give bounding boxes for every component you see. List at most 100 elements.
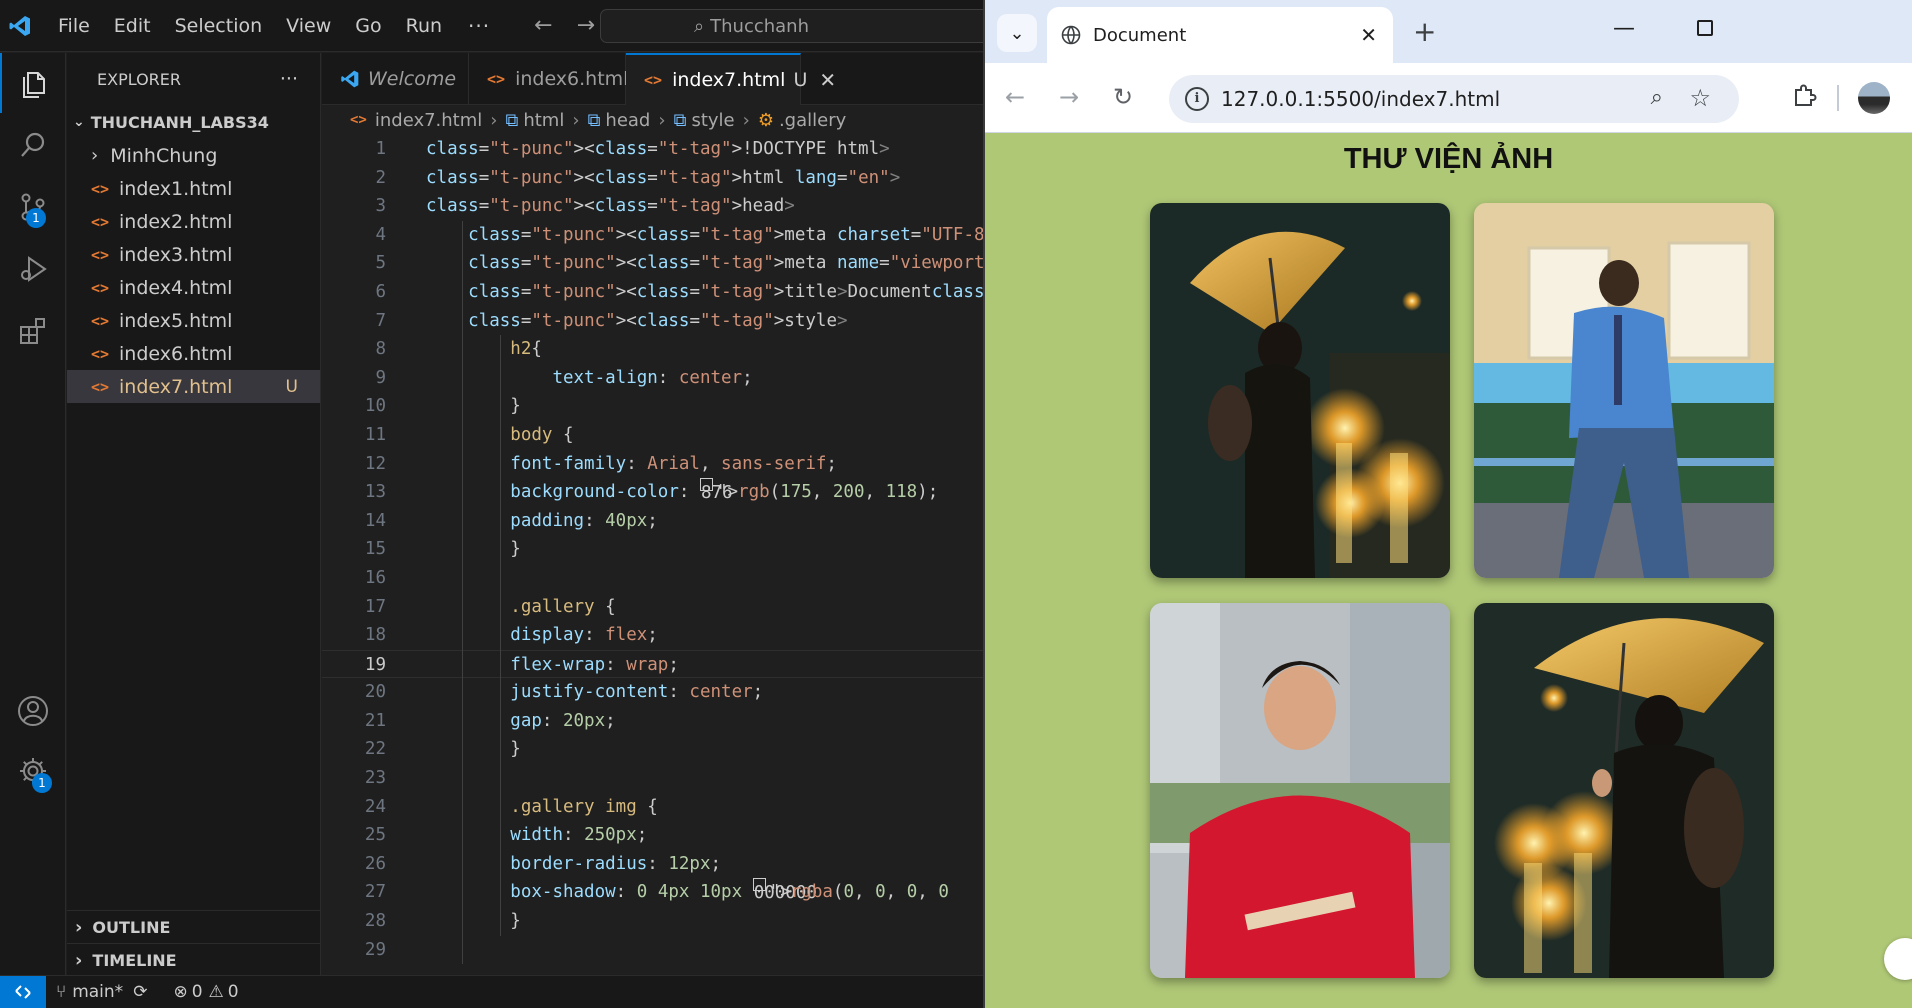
code-line[interactable]: 3 class="t-punc"><class="t-tag">head>	[322, 192, 983, 221]
breadcrumb-item[interactable]: .gallery	[779, 110, 846, 131]
back-arrow-icon[interactable]: ←	[522, 13, 564, 38]
branch-name[interactable]: main*	[72, 982, 123, 1002]
code-line[interactable]: 10 }	[322, 392, 983, 421]
brackets-icon: ⧉	[505, 109, 519, 131]
bookmark-star-icon[interactable]: ☆	[1689, 84, 1711, 112]
forward-arrow-icon[interactable]: →	[1059, 83, 1079, 111]
account-icon[interactable]	[0, 681, 66, 741]
menu-selection[interactable]: Selection	[163, 0, 275, 52]
site-info-icon[interactable]: i	[1185, 87, 1209, 111]
breadcrumb-item[interactable]: index7.html	[375, 110, 482, 131]
code-line[interactable]: 25 width: 250px;	[322, 821, 983, 850]
timeline-section[interactable]: › TIMELINE	[67, 943, 321, 976]
code-line[interactable]: 6 class="t-punc"><class="t-tag">title>Do…	[322, 278, 983, 307]
new-tab-icon[interactable]: +	[1413, 15, 1436, 48]
line-number: 18	[364, 625, 386, 646]
sync-icon[interactable]: ⟳	[133, 982, 147, 1002]
line-number: 16	[364, 567, 386, 588]
code-line[interactable]: 12 font-family: Arial, sans-serif;	[322, 450, 983, 479]
code-line[interactable]: 29	[322, 936, 983, 965]
close-icon[interactable]: ✕	[1360, 23, 1377, 47]
code-line[interactable]: 5 class="t-punc"><class="t-tag">meta nam…	[322, 249, 983, 278]
tree-item-label: index6.html	[119, 342, 233, 365]
run-debug-icon[interactable]	[0, 239, 66, 299]
browser-tab[interactable]: Document ✕	[1047, 7, 1393, 63]
tab-search-button[interactable]: ⌄	[997, 14, 1037, 52]
code-line[interactable]: 2 class="t-punc"><class="t-tag">html lang…	[322, 164, 983, 193]
code-line[interactable]: 15 }	[322, 535, 983, 564]
tree-file-index5[interactable]: <> index5.html	[67, 304, 320, 337]
close-icon[interactable]: ✕	[819, 68, 836, 92]
search-icon[interactable]	[0, 115, 66, 175]
folder-root[interactable]: ⌄ THUCHANH_LABS34	[67, 105, 320, 139]
error-icon[interactable]: ⊗	[173, 982, 187, 1002]
code-line[interactable]: 7 class="t-punc"><class="t-tag">style>	[322, 307, 983, 336]
code-line[interactable]: 8 h2{	[322, 335, 983, 364]
reload-icon[interactable]: ↻	[1113, 83, 1133, 111]
tree-file-index2[interactable]: <> index2.html	[67, 205, 320, 238]
code-line[interactable]: 21 gap: 20px;	[322, 707, 983, 736]
avatar[interactable]	[1858, 82, 1890, 114]
html-icon: <>	[487, 70, 506, 88]
code-line[interactable]: 14 padding: 40px;	[322, 507, 983, 536]
breadcrumb-item[interactable]: style	[691, 110, 734, 131]
code-line[interactable]: 23	[322, 764, 983, 793]
breadcrumb-item[interactable]: head	[605, 110, 650, 131]
explorer-more-button[interactable]: ···	[280, 68, 298, 90]
code-line[interactable]: 11 body {	[322, 421, 983, 450]
address-bar[interactable]: i 127.0.0.1:5500/index7.html ⌕ ☆	[1169, 75, 1739, 123]
code-line[interactable]: 26 border-radius: 12px;	[322, 850, 983, 879]
code-editor[interactable]: 1 class="t-punc"><class="t-tag">!DOCTYPE …	[322, 135, 983, 975]
tab-index6[interactable]: <> index6.html	[469, 53, 628, 105]
breadcrumb-item[interactable]: html	[523, 110, 564, 131]
code-text: }	[510, 739, 521, 760]
tab-index7[interactable]: <> index7.html U ✕	[626, 53, 836, 105]
code-line[interactable]: 4 class="t-punc"><class="t-tag">meta cha…	[322, 221, 983, 250]
error-count: 0	[191, 982, 203, 1002]
code-text: class="t-punc"><class="t-tag">meta name=…	[468, 253, 983, 274]
code-line[interactable]: 16	[322, 564, 983, 593]
remote-indicator-icon[interactable]	[0, 975, 46, 1008]
tree-file-index6[interactable]: <> index6.html	[67, 337, 320, 370]
code-line[interactable]: 27 box-shadow: 0 4px 10px 000000">rgba(0…	[322, 878, 983, 907]
tree-folder-minhchung[interactable]: › MinhChung	[67, 139, 320, 172]
chevron-down-icon: ⌄	[73, 114, 85, 130]
zoom-icon[interactable]: ⌕	[1651, 85, 1663, 110]
command-center-search[interactable]: ⌕ Thucchanh	[600, 9, 983, 43]
extensions-puzzle-icon[interactable]	[1791, 81, 1819, 109]
code-line[interactable]: 18 display: flex;	[322, 621, 983, 650]
code-text: justify-content: center;	[510, 682, 764, 703]
maximize-icon[interactable]	[1697, 20, 1713, 36]
explorer-files-icon[interactable]	[0, 53, 66, 113]
tree-file-index1[interactable]: <> index1.html	[67, 172, 320, 205]
tab-welcome[interactable]: Welcome	[322, 53, 469, 105]
code-line[interactable]: 13 background-color: 876">rgb(175, 200, …	[322, 478, 983, 507]
code-line[interactable]: 1 class="t-punc"><class="t-tag">!DOCTYPE …	[322, 135, 983, 164]
code-line[interactable]: 9 text-align: center;	[322, 364, 983, 393]
menu-go[interactable]: Go	[343, 0, 393, 52]
tree-file-index7[interactable]: <> index7.html U	[67, 370, 320, 403]
code-text: flex-wrap: wrap;	[510, 654, 679, 675]
menu-file[interactable]: File	[46, 0, 102, 52]
settings-gear-icon[interactable]: 1	[0, 741, 66, 801]
warning-icon[interactable]: ⚠	[209, 982, 224, 1002]
search-icon: ⌕	[694, 15, 705, 37]
color-swatch: 876	[699, 478, 733, 503]
tree-file-index3[interactable]: <> index3.html	[67, 238, 320, 271]
code-line[interactable]: 19 flex-wrap: wrap;	[322, 649, 983, 679]
menu-view[interactable]: View	[274, 0, 343, 52]
code-line[interactable]: 22 }	[322, 735, 983, 764]
code-line[interactable]: 28 }	[322, 907, 983, 936]
outline-section[interactable]: › OUTLINE	[67, 910, 321, 943]
menu-more-button[interactable]: ···	[454, 14, 504, 38]
extensions-icon[interactable]	[0, 301, 66, 361]
code-line[interactable]: 24 .gallery img {	[322, 793, 983, 822]
source-control-icon[interactable]: 1	[0, 177, 66, 237]
minimize-icon[interactable]: —	[1613, 16, 1635, 41]
code-line[interactable]: 17 .gallery {	[322, 593, 983, 622]
menu-edit[interactable]: Edit	[102, 0, 163, 52]
back-arrow-icon[interactable]: ←	[1005, 83, 1025, 111]
code-line[interactable]: 20 justify-content: center;	[322, 678, 983, 707]
menu-run[interactable]: Run	[394, 0, 454, 52]
tree-file-index4[interactable]: <> index4.html	[67, 271, 320, 304]
